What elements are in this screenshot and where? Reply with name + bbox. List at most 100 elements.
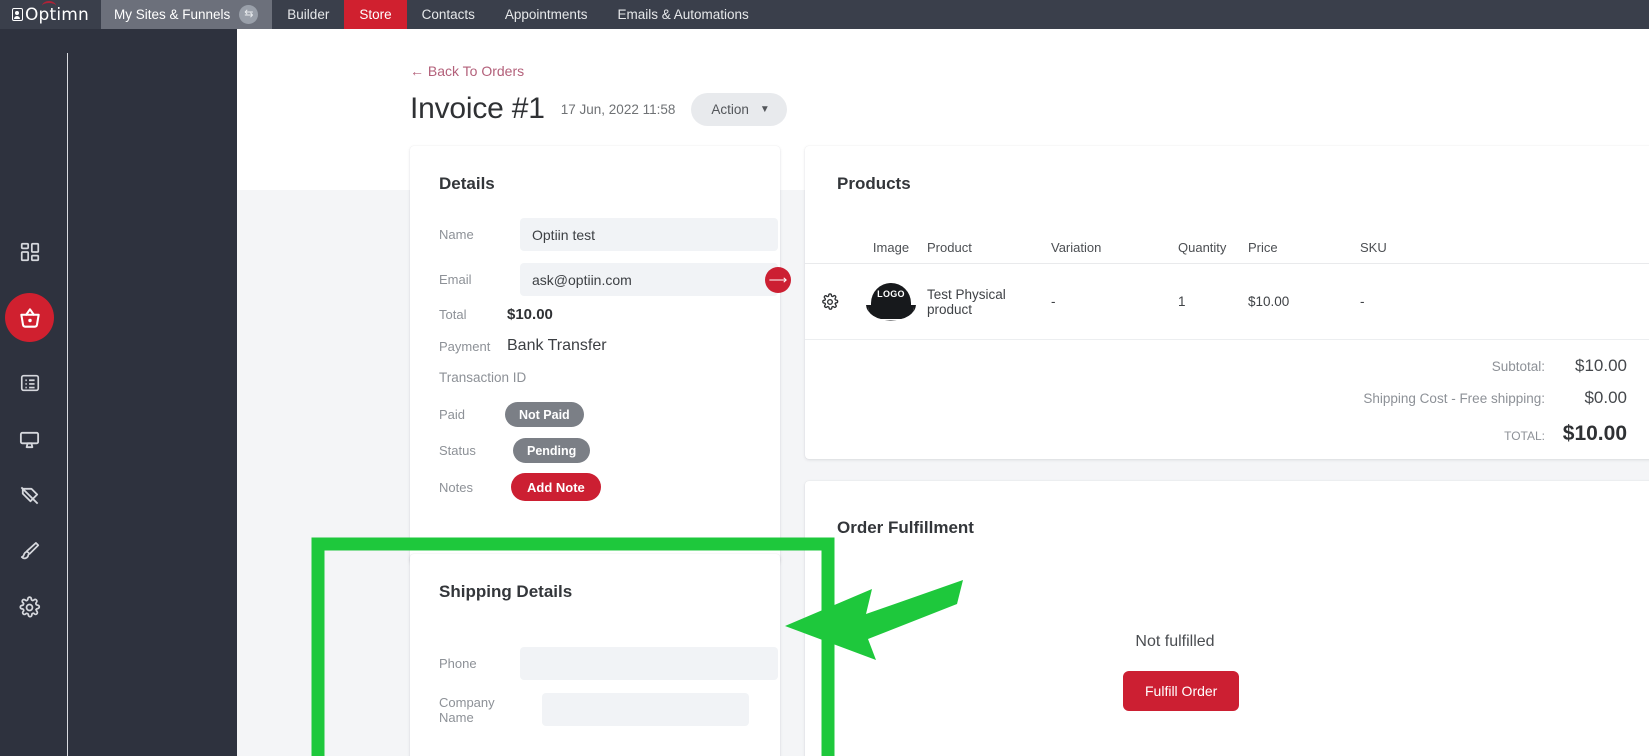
- phone-label: Phone: [439, 656, 477, 671]
- nav-label-appointments: Appointments: [504, 7, 588, 22]
- dashboard-grid-icon: [20, 242, 39, 262]
- baseball-cap-image: LOGO: [866, 282, 916, 321]
- products-card-title: Products: [837, 174, 911, 193]
- status-label: Status: [439, 443, 476, 458]
- fulfillment-card-title: Order Fulfillment: [837, 518, 974, 537]
- total-value: $10.00: [507, 306, 553, 323]
- page-header-row: Invoice #1 17 Jun, 2022 11:58 Action ▼: [410, 92, 787, 126]
- column-header-variation: Variation: [1051, 240, 1102, 255]
- shipping-cost-label: Shipping Cost - Free shipping:: [1363, 391, 1545, 406]
- nav-item-builder[interactable]: Builder: [272, 0, 344, 29]
- logo-text: Optimn: [24, 4, 90, 25]
- icon-rail: [0, 29, 59, 756]
- grand-total-line: TOTAL: $10.00: [1363, 422, 1627, 446]
- product-image-logo-text: LOGO: [877, 288, 905, 299]
- row-settings-button[interactable]: [805, 292, 855, 311]
- phone-field-row: Phone: [439, 647, 778, 680]
- add-note-button[interactable]: Add Note: [511, 473, 601, 501]
- logo-accent-mark: [42, 1, 56, 6]
- action-button-label: Action: [711, 101, 749, 117]
- list-table-icon: [20, 374, 39, 392]
- sidebar-item-coupons[interactable]: [15, 480, 45, 510]
- paid-status-badge[interactable]: Not Paid: [505, 402, 584, 427]
- main-content-area: ← Back To Orders Invoice #1 17 Jun, 2022…: [237, 29, 1649, 756]
- name-field-row: Name Optiin test: [439, 218, 778, 251]
- sidebar-item-orders-list[interactable]: [15, 368, 45, 398]
- product-thumbnail: LOGO: [855, 282, 927, 321]
- company-name-label: Company Name: [439, 694, 495, 725]
- company-name-input[interactable]: [542, 693, 749, 726]
- order-totals: Subtotal: $10.00 Shipping Cost - Free sh…: [1363, 356, 1627, 458]
- sidebar-item-design[interactable]: [15, 536, 45, 566]
- fulfill-order-button[interactable]: Fulfill Order: [1123, 671, 1240, 711]
- table-row: LOGO Test Physical product - 1 $10.00 -: [805, 264, 1649, 340]
- sidebar-item-settings[interactable]: [15, 592, 45, 622]
- grand-total-value: $10.00: [1562, 422, 1627, 445]
- products-card: Products Image Product Variation Quantit…: [805, 146, 1649, 459]
- action-dropdown-button[interactable]: Action ▼: [691, 92, 787, 126]
- id-card-icon: [11, 8, 23, 21]
- nav-item-contacts[interactable]: Contacts: [407, 0, 490, 29]
- email-input[interactable]: ask@optiin.com: [520, 263, 778, 296]
- shopping-basket-icon: [19, 307, 40, 328]
- nav-label-my-sites: My Sites & Funnels: [114, 7, 231, 22]
- company-field-row: Company Name: [439, 693, 749, 726]
- column-header-sku: SKU: [1360, 240, 1387, 255]
- subtotal-line: Subtotal: $10.00: [1363, 356, 1627, 376]
- cell-price: $10.00: [1248, 294, 1290, 309]
- shipping-cost-value: $0.00: [1584, 388, 1627, 407]
- nav-label-emails: Emails & Automations: [617, 7, 749, 22]
- sidebar-item-store[interactable]: [5, 293, 54, 342]
- swap-arrows-icon[interactable]: ⇆: [239, 5, 259, 24]
- status-field-row: Status Pending: [439, 438, 591, 463]
- panel-divider: [67, 53, 68, 756]
- back-to-orders-link[interactable]: ← Back To Orders: [410, 63, 524, 79]
- name-label: Name: [439, 227, 474, 242]
- shipping-cost-line: Shipping Cost - Free shipping: $0.00: [1363, 388, 1627, 408]
- name-input[interactable]: Optiin test: [520, 218, 778, 251]
- cell-quantity: 1: [1178, 294, 1186, 309]
- nav-label-contacts: Contacts: [421, 7, 475, 22]
- nav-item-store[interactable]: Store: [344, 0, 407, 29]
- payment-value: Bank Transfer: [507, 337, 607, 354]
- column-header-image: Image: [872, 240, 910, 255]
- subtotal-value: $10.00: [1575, 356, 1627, 375]
- email-field-row: Email ask@optiin.com ⟶: [439, 263, 791, 296]
- cell-variation: -: [1051, 294, 1056, 309]
- monitor-desktop-icon: [19, 431, 40, 448]
- paint-brush-icon: [20, 542, 39, 560]
- column-header-price: Price: [1248, 240, 1278, 255]
- top-navigation-bar: Optimn My Sites & Funnels ⇆ Builder Stor…: [0, 0, 1649, 29]
- nav-label-builder: Builder: [287, 7, 330, 22]
- paid-field-row: Paid Not Paid: [439, 402, 584, 427]
- sidebar-item-dashboard[interactable]: [15, 237, 45, 267]
- payment-label: Payment: [439, 338, 491, 354]
- total-label: Total: [439, 307, 467, 322]
- chevron-down-icon: ▼: [759, 103, 770, 115]
- grand-total-label: TOTAL:: [1504, 429, 1545, 443]
- email-label: Email: [439, 272, 472, 287]
- sidebar-item-pages[interactable]: [15, 424, 45, 454]
- order-date: 17 Jun, 2022 11:58: [560, 101, 676, 117]
- notes-field-row: Notes Add Note: [439, 473, 601, 501]
- send-email-button[interactable]: ⟶: [765, 266, 791, 293]
- nav-label-store: Store: [359, 7, 392, 22]
- nav-item-my-sites-and-funnels[interactable]: My Sites & Funnels ⇆: [101, 0, 273, 29]
- phone-input[interactable]: [520, 647, 778, 680]
- left-dark-panel: [0, 29, 237, 756]
- cell-sku: -: [1360, 294, 1365, 309]
- order-fulfillment-card: Order Fulfillment Not fulfilled Fulfill …: [805, 481, 1649, 756]
- column-header-quantity: Quantity: [1178, 240, 1227, 255]
- nav-item-appointments[interactable]: Appointments: [490, 0, 603, 29]
- shipping-details-card: Shipping Details Phone Company Name: [410, 554, 780, 756]
- tag-off-icon: [20, 486, 39, 504]
- total-field-row: Total $10.00: [439, 306, 553, 323]
- gear-settings-icon: [822, 292, 839, 310]
- gear-settings-icon: [19, 595, 41, 617]
- order-status-badge[interactable]: Pending: [513, 438, 591, 463]
- app-logo[interactable]: Optimn: [0, 0, 101, 29]
- payment-field-row: Payment Bank Transfer: [439, 337, 607, 355]
- shipping-card-title: Shipping Details: [439, 582, 573, 601]
- subtotal-label: Subtotal:: [1491, 359, 1545, 374]
- nav-item-emails-and-automations[interactable]: Emails & Automations: [602, 0, 763, 29]
